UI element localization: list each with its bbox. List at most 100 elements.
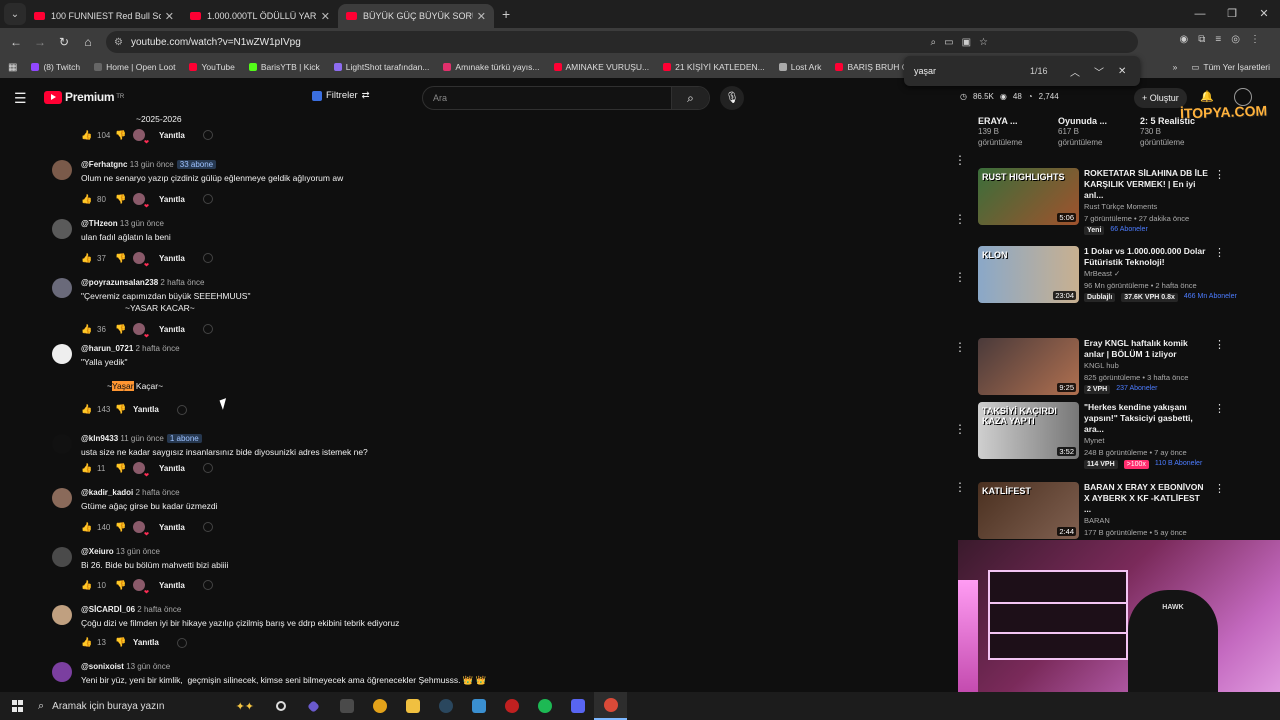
comment-author[interactable]: @THzeon <box>81 219 118 228</box>
comment-author[interactable]: @kadir_kadoi <box>81 488 133 497</box>
bookmark-item[interactable]: YouTube <box>189 62 235 72</box>
video-title[interactable]: 1 Dolar vs 1.000.000.000 Dolar Fütüristi… <box>1084 246 1208 268</box>
find-prev-icon[interactable]: ︿ <box>1070 64 1080 79</box>
channel-name[interactable]: MrBeast ✓ <box>1084 268 1208 280</box>
dislike-icon[interactable]: 👎 <box>115 580 127 591</box>
download-icon[interactable] <box>462 692 495 720</box>
comment-avatar[interactable] <box>52 278 72 298</box>
tab-search-button[interactable]: ⌄ <box>4 3 26 25</box>
steam-icon[interactable] <box>429 692 462 720</box>
video-thumbnail[interactable]: KLON 23:04 <box>978 246 1079 303</box>
reply-button[interactable]: Yanıtla <box>159 581 185 590</box>
like-icon[interactable]: 👍 <box>81 253 92 264</box>
reply-button[interactable]: Yanıtla <box>159 325 185 334</box>
filters-button[interactable]: Filtreler ⇄ <box>312 90 370 101</box>
comment-menu-icon[interactable]: ⋮ <box>954 212 966 226</box>
video-thumbnail[interactable]: RUST HIGHLIGHTS 5:06 <box>978 168 1079 225</box>
find-input[interactable]: yaşar <box>914 66 936 76</box>
comment-author[interactable]: @Xeiuro <box>81 547 114 556</box>
comment-avatar[interactable] <box>52 160 72 180</box>
comment-menu-icon[interactable]: ⋮ <box>954 480 966 494</box>
rec-top-item[interactable]: Oyunuda ... 617 B görüntüleme <box>1058 116 1107 148</box>
reply-button[interactable]: Yanıtla <box>133 638 159 647</box>
discord-icon[interactable] <box>561 692 594 720</box>
video-title[interactable]: Eray KNGL haftalık komik anlar | BÖLÜM 1… <box>1084 338 1208 360</box>
comment-author[interactable]: @sonixoist <box>81 662 124 671</box>
game-icon[interactable] <box>495 692 528 720</box>
bookmark-item[interactable]: Home | Open Loot <box>94 62 175 72</box>
cast-icon[interactable]: ▭ <box>944 37 953 48</box>
video-menu-icon[interactable]: ⋮ <box>1214 168 1225 181</box>
reply-button[interactable]: Yanıtla <box>159 195 185 204</box>
like-icon[interactable]: 👍 <box>81 580 92 591</box>
youtube-premium-logo[interactable]: Premium TR <box>44 90 124 104</box>
channel-name[interactable]: BARAN <box>1084 515 1208 527</box>
restore-icon[interactable]: ❐ <box>1216 0 1248 28</box>
video-title[interactable]: BARAN X ERAY X EBONİVON X AYBERK X KF -K… <box>1084 482 1208 515</box>
like-icon[interactable]: 👍 <box>81 463 92 474</box>
forward-arrow-icon[interactable]: → <box>28 35 52 49</box>
file-explorer-icon[interactable] <box>396 692 429 720</box>
profile-icon[interactable]: ◎ <box>1231 34 1240 45</box>
comment-avatar[interactable] <box>52 219 72 239</box>
bookmark-item[interactable]: LightShot tarafından... <box>333 62 429 72</box>
close-tab-icon[interactable]: ✕ <box>165 10 174 23</box>
cortana-icon[interactable] <box>264 692 297 720</box>
video-menu-icon[interactable]: ⋮ <box>1214 402 1225 415</box>
video-thumbnail[interactable]: TAKSİYİ KAÇIRDI KAZA YAPTI 3:52 <box>978 402 1079 459</box>
rec-top-item[interactable]: ERAYA ... 139 B görüntüleme <box>978 116 1022 148</box>
close-tab-icon[interactable]: ✕ <box>477 10 486 23</box>
dislike-icon[interactable]: 👎 <box>115 637 127 648</box>
video-title[interactable]: "Herkes kendine yakışanı yapsın!" Taksic… <box>1084 402 1208 435</box>
bookmark-item[interactable]: Amınake türkü yayıs... <box>443 62 540 72</box>
comment-avatar[interactable] <box>52 488 72 508</box>
taskbar-search[interactable]: ⌕ Aramak için buraya yazın ✦✦ <box>38 692 264 720</box>
menu-dots-icon[interactable]: ⋮ <box>1250 34 1260 45</box>
calculator-icon[interactable] <box>330 692 363 720</box>
notifications-bell-icon[interactable]: 🔔 <box>1200 90 1214 103</box>
find-next-icon[interactable]: ﹀ <box>1094 64 1104 79</box>
taskbar-search-input[interactable]: Aramak için buraya yazın <box>52 701 164 712</box>
channel-name[interactable]: KNGL hub <box>1084 360 1208 372</box>
media-icon[interactable]: ≡ <box>1215 34 1221 45</box>
video-menu-icon[interactable]: ⋮ <box>1214 482 1225 495</box>
app-icon[interactable] <box>297 692 330 720</box>
address-bar[interactable]: ⚙ youtube.com/watch?v=N1wZW1pIVpg ⌕ ▭ ▣ … <box>106 31 1138 53</box>
chevron-right-icon[interactable]: » <box>1173 62 1178 72</box>
bookmark-item[interactable]: BarisYTB | Kick <box>248 62 320 72</box>
comment-avatar[interactable] <box>52 547 72 567</box>
channel-name[interactable]: Rust Türkçe Moments <box>1084 201 1208 213</box>
zoom-search-icon[interactable]: ⌕ <box>931 37 937 48</box>
bookmark-item[interactable]: AMINAKE VURUŞU... <box>553 62 649 72</box>
like-icon[interactable]: 👍 <box>81 130 92 141</box>
back-arrow-icon[interactable]: ← <box>4 35 28 49</box>
comment-author[interactable]: @kln9433 <box>81 434 118 443</box>
apps-grid-icon[interactable]: ▦ <box>8 62 17 73</box>
dislike-icon[interactable]: 👎 <box>115 253 127 264</box>
spotify-icon[interactable] <box>528 692 561 720</box>
like-icon[interactable]: 👍 <box>81 404 92 415</box>
comment-author[interactable]: @Ferhatgnc <box>81 160 127 169</box>
comment-menu-icon[interactable]: ⋮ <box>954 153 966 167</box>
browser-tab-2[interactable]: 1.000.000TL ÖDÜLLÜ YARIŞMA ✕ <box>182 4 338 28</box>
browser-tab-3[interactable]: BÜYÜK GÜÇ BÜYÜK SORUMLULUK ✕ <box>338 4 494 28</box>
like-icon[interactable]: 👍 <box>81 522 92 533</box>
video-menu-icon[interactable]: ⋮ <box>1214 246 1225 259</box>
comment-avatar[interactable] <box>52 434 72 454</box>
home-icon[interactable]: ⌂ <box>76 35 100 49</box>
like-icon[interactable]: 👍 <box>81 194 92 205</box>
video-title[interactable]: ROKETATAR SİLAHINA DB İLE KARŞILIK VERME… <box>1084 168 1208 201</box>
comment-author[interactable]: @poyrazunsalan238 <box>81 278 158 287</box>
minimize-icon[interactable]: — <box>1184 0 1216 28</box>
extension-icon[interactable]: ◉ <box>1180 34 1189 45</box>
chrome-active-icon[interactable] <box>594 692 627 720</box>
chrome-icon[interactable] <box>363 692 396 720</box>
like-icon[interactable]: 👍 <box>81 324 92 335</box>
extensions-puzzle-icon[interactable]: ⧉ <box>1198 34 1205 45</box>
comment-menu-icon[interactable]: ⋮ <box>954 422 966 436</box>
find-close-icon[interactable]: ✕ <box>1118 66 1126 77</box>
dislike-icon[interactable]: 👎 <box>115 463 127 474</box>
comment-menu-icon[interactable]: ⋮ <box>954 270 966 284</box>
new-tab-plus-icon[interactable]: + <box>502 6 510 22</box>
reply-button[interactable]: Yanıtla <box>159 131 185 140</box>
